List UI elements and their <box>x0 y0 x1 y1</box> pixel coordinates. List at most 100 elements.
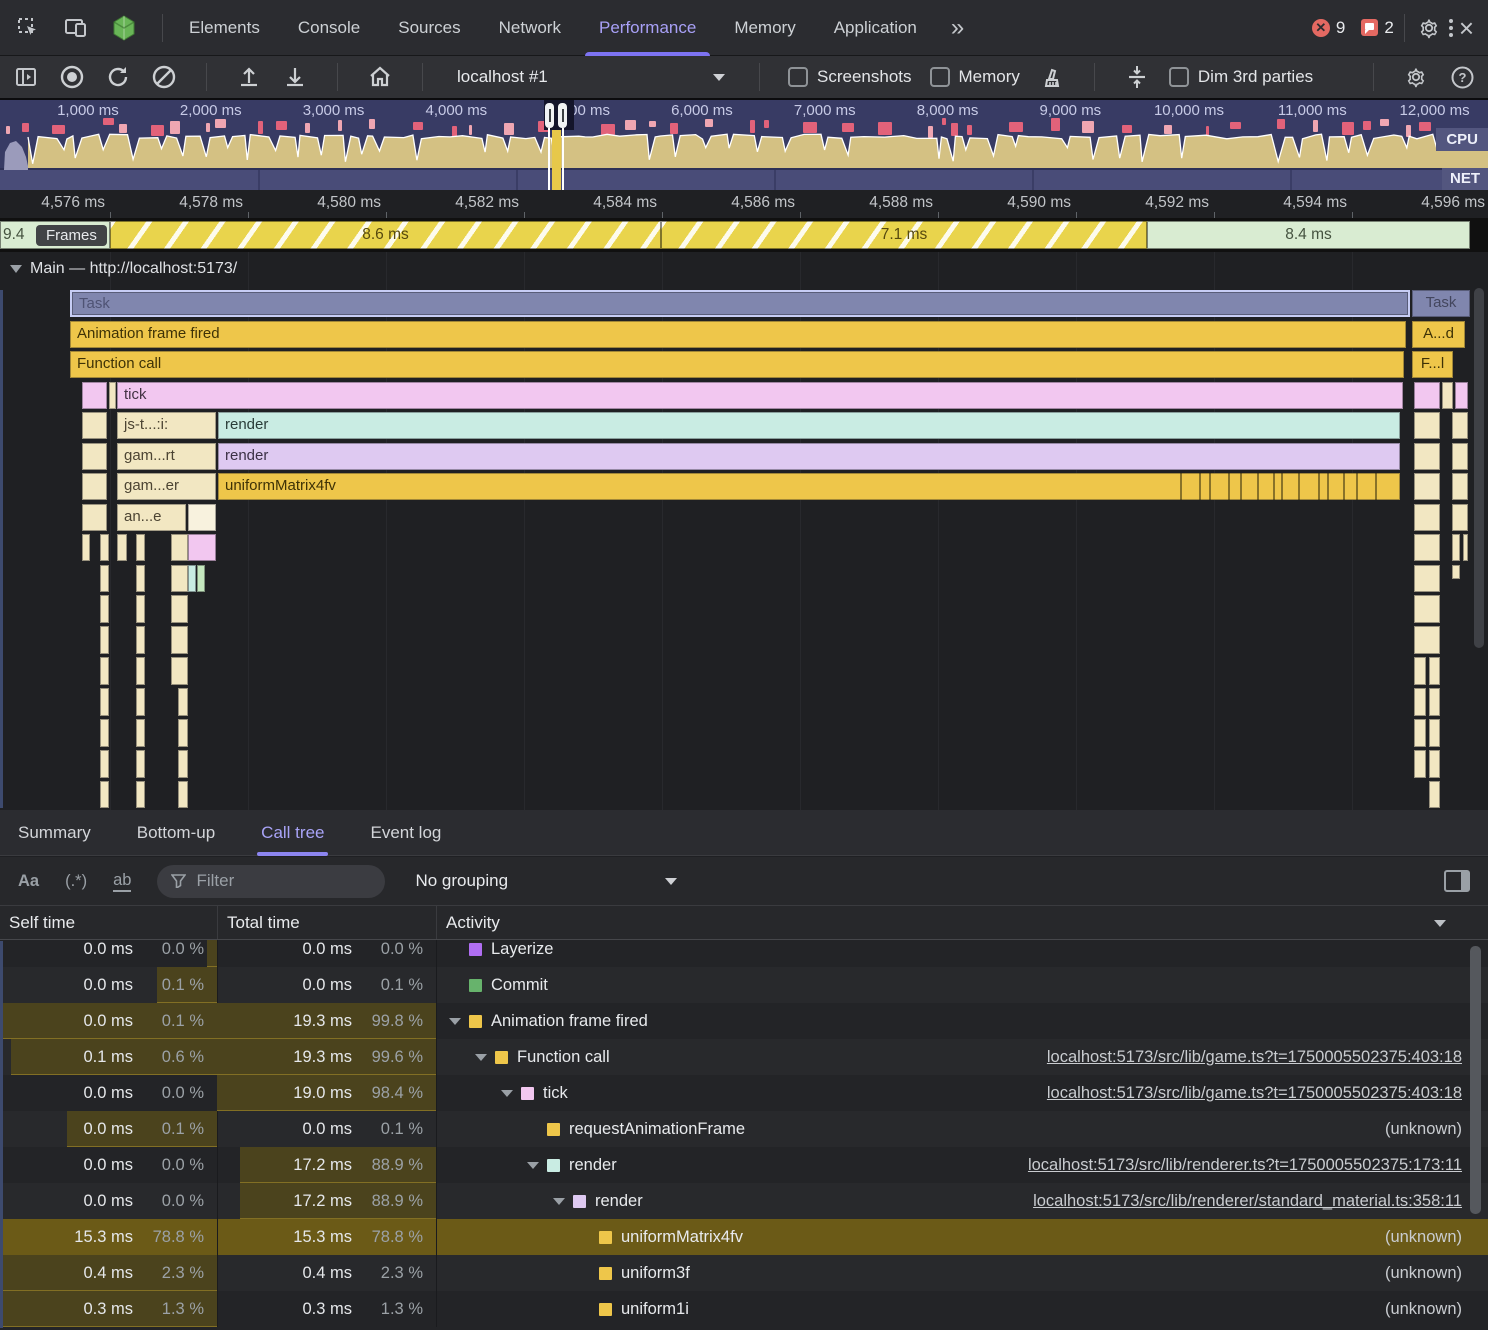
expand-arrow-icon[interactable] <box>501 1090 513 1097</box>
table-row[interactable]: 0.0 ms0.0 %0.0 ms0.0 %Layerize <box>0 940 1488 967</box>
flame-block[interactable] <box>197 565 205 592</box>
flame-block[interactable] <box>178 688 188 716</box>
drawer-tab-event-log[interactable]: Event log <box>370 810 441 856</box>
flame-block[interactable] <box>82 443 107 470</box>
flame-block[interactable] <box>1429 657 1440 685</box>
flame-bar-block[interactable] <box>188 504 216 531</box>
flame-block[interactable] <box>1429 719 1440 747</box>
flame-block[interactable] <box>171 565 188 592</box>
more-tabs-icon[interactable]: » <box>951 0 964 56</box>
flame-bar-animation-frame-fired[interactable]: Animation frame fired <box>70 321 1406 348</box>
drawer-tab-call-tree[interactable]: Call tree <box>261 810 324 856</box>
flame-block[interactable] <box>82 412 107 439</box>
kebab-menu-icon[interactable] <box>1443 19 1459 37</box>
source-link[interactable]: localhost:5173/src/lib/renderer/standard… <box>1033 1183 1488 1219</box>
table-row[interactable]: 15.3 ms78.8 %15.3 ms78.8 %uniformMatrix4… <box>0 1219 1488 1255</box>
screenshots-checkbox[interactable]: Screenshots <box>788 67 912 87</box>
tab-sources[interactable]: Sources <box>398 0 460 56</box>
home-icon[interactable] <box>366 63 394 91</box>
timeline-overview[interactable]: CPU NET 1,000 ms2,000 ms3,000 ms4,000 ms… <box>0 100 1488 190</box>
expand-arrow-icon[interactable] <box>527 1162 539 1169</box>
tab-network[interactable]: Network <box>499 0 561 56</box>
flame-block[interactable] <box>1414 719 1426 747</box>
flame-block[interactable] <box>100 781 109 808</box>
flame-block[interactable] <box>82 473 107 500</box>
flame-block[interactable] <box>100 565 109 592</box>
device-toolbar-icon[interactable] <box>62 14 90 42</box>
selection-right-handle[interactable] <box>558 103 567 128</box>
flame-block[interactable] <box>1414 626 1440 654</box>
flame-block[interactable] <box>1414 473 1440 500</box>
flame-block[interactable] <box>136 565 145 592</box>
table-row[interactable]: 0.0 ms0.0 %19.0 ms98.4 %ticklocalhost:51… <box>0 1075 1488 1111</box>
flame-block[interactable] <box>100 657 109 685</box>
flame-scrollbar-thumb[interactable] <box>1474 288 1484 648</box>
flame-bar-function-call[interactable]: Function call <box>70 351 1404 378</box>
flame-bar-render[interactable]: render <box>218 443 1400 470</box>
source-link[interactable]: localhost:5173/src/lib/renderer.ts?t=175… <box>1028 1147 1488 1183</box>
flame-block[interactable] <box>136 657 145 685</box>
frame-item[interactable]: 8.4 ms <box>1147 221 1470 249</box>
tab-application[interactable]: Application <box>834 0 917 56</box>
flame-block[interactable] <box>100 595 109 623</box>
table-row[interactable]: 0.0 ms0.1 %0.0 ms0.1 %Commit <box>0 967 1488 1003</box>
source-link[interactable]: localhost:5173/src/lib/game.ts?t=1750005… <box>1047 1075 1488 1111</box>
table-row[interactable]: 0.4 ms2.3 %0.4 ms2.3 %uniform3f(unknown) <box>0 1255 1488 1291</box>
flame-block[interactable] <box>1452 565 1460 579</box>
flame-block[interactable] <box>136 781 145 808</box>
flame-block[interactable] <box>188 565 196 592</box>
match-case-button[interactable]: Aa <box>18 872 39 891</box>
flame-bar-block[interactable] <box>109 382 116 409</box>
settings-gear-icon[interactable] <box>1415 14 1443 42</box>
flame-block[interactable] <box>1414 688 1426 716</box>
self-time-column-header[interactable]: Self time <box>0 906 218 939</box>
collapse-icon[interactable] <box>1123 63 1151 91</box>
flame-bar-f-l[interactable]: F...l <box>1412 351 1453 378</box>
flame-bar-gam-er[interactable]: gam...er <box>117 473 216 500</box>
source-link[interactable]: localhost:5173/src/lib/game.ts?t=1750005… <box>1047 1039 1488 1075</box>
flame-block[interactable] <box>178 750 188 778</box>
flame-block[interactable] <box>1414 595 1440 623</box>
flame-block[interactable] <box>1455 382 1468 409</box>
flame-bar-block[interactable] <box>82 382 107 409</box>
flame-block[interactable] <box>82 534 90 561</box>
flame-block[interactable] <box>100 719 109 747</box>
main-thread-flame-chart[interactable]: Main — http://localhost:5173/ TaskTaskAn… <box>0 252 1488 810</box>
flame-block[interactable] <box>1414 412 1440 439</box>
flame-block[interactable] <box>1429 781 1440 808</box>
flame-block[interactable] <box>136 534 145 561</box>
flame-block[interactable] <box>1414 657 1426 685</box>
record-icon[interactable] <box>58 63 86 91</box>
grouping-select[interactable]: No grouping <box>415 871 677 891</box>
flame-bar-js-t-i-[interactable]: js-t...:i: <box>117 412 216 439</box>
flame-block[interactable] <box>171 534 188 561</box>
flame-block[interactable] <box>1429 688 1440 716</box>
regex-button[interactable]: (.*) <box>65 872 87 891</box>
flame-block[interactable] <box>82 504 107 531</box>
flame-bar-uniformmatrix4fv[interactable]: uniformMatrix4fv <box>218 473 1400 500</box>
issues-count-badge[interactable]: 2 <box>1361 18 1393 38</box>
flame-block[interactable] <box>1452 504 1468 531</box>
flame-block[interactable] <box>100 688 109 716</box>
expand-arrow-icon[interactable] <box>553 1198 565 1205</box>
flame-block[interactable] <box>1414 443 1440 470</box>
drawer-tab-bottom-up[interactable]: Bottom-up <box>137 810 215 856</box>
flame-bar-an-e[interactable]: an...e <box>117 504 186 531</box>
table-row[interactable]: 0.0 ms0.0 %17.2 ms88.9 %renderlocalhost:… <box>0 1183 1488 1219</box>
flame-block[interactable] <box>1414 565 1440 592</box>
flame-block[interactable] <box>1414 382 1440 409</box>
show-sidebar-icon[interactable] <box>1444 870 1470 892</box>
selection-left-handle[interactable] <box>545 103 554 128</box>
tab-console[interactable]: Console <box>298 0 360 56</box>
flame-block[interactable] <box>136 688 145 716</box>
gc-brush-icon[interactable] <box>1038 63 1066 91</box>
main-thread-header[interactable]: Main — http://localhost:5173/ <box>10 260 237 278</box>
flame-block[interactable] <box>1452 473 1468 500</box>
help-icon[interactable]: ? <box>1448 63 1476 91</box>
framework-devtools-icon[interactable] <box>110 14 138 42</box>
table-row[interactable]: 0.0 ms0.1 %19.3 ms99.8 %Animation frame … <box>0 1003 1488 1039</box>
flame-block[interactable] <box>136 626 145 654</box>
flame-block[interactable] <box>117 534 127 561</box>
target-selector[interactable]: localhost #1 <box>451 67 731 87</box>
flame-block[interactable] <box>171 595 188 623</box>
